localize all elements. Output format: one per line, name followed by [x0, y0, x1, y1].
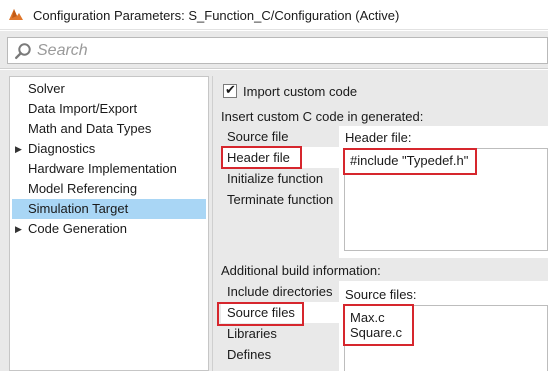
- simulink-logo-icon: [9, 9, 23, 20]
- import-custom-code-checkbox[interactable]: ✔: [223, 82, 237, 98]
- search-bar: [0, 31, 548, 69]
- custom-code-group-label: Insert custom C code in generated:: [221, 109, 424, 124]
- source-files-label: Source files:: [345, 287, 417, 302]
- header-file-panel: Header file: #include "Typedef.h": [339, 126, 548, 258]
- nav-item-label: Diagnostics: [28, 141, 96, 156]
- tab-source-file[interactable]: Source file: [221, 126, 339, 147]
- tab-libraries[interactable]: Libraries: [221, 323, 339, 344]
- expand-triangle-icon[interactable]: ▶: [15, 219, 22, 239]
- highlight-header-include: [343, 148, 477, 175]
- window-title: Configuration Parameters: S_Function_C/C…: [33, 8, 400, 23]
- nav-item-label: Solver: [28, 81, 65, 96]
- tab-defines[interactable]: Defines: [221, 344, 339, 365]
- build-info-group-label: Additional build information:: [221, 263, 381, 278]
- tab-include-directories[interactable]: Include directories: [221, 281, 339, 302]
- highlight-source-files-tab: [217, 302, 304, 326]
- nav-item-solver[interactable]: Solver: [12, 79, 206, 99]
- nav-item-hardware-implementation[interactable]: Hardware Implementation: [12, 159, 206, 179]
- search-box[interactable]: [7, 37, 548, 64]
- nav-item-label: Code Generation: [28, 221, 128, 236]
- tab-terminate-function[interactable]: Terminate function: [221, 189, 339, 210]
- nav-item-math-and-data-types[interactable]: Math and Data Types: [12, 119, 206, 139]
- splitter[interactable]: [212, 76, 213, 371]
- search-icon: [15, 43, 31, 60]
- nav-item-label: Simulation Target: [28, 201, 129, 216]
- expand-triangle-icon[interactable]: ▶: [15, 139, 22, 159]
- watermark: CSDN @Rlover_star: [412, 346, 536, 361]
- title-bar: Configuration Parameters: S_Function_C/C…: [0, 0, 548, 30]
- nav-item-label: Model Referencing: [28, 181, 138, 196]
- nav-item-label: Data Import/Export: [28, 101, 138, 116]
- nav-item-simulation-target[interactable]: Simulation Target: [12, 199, 206, 219]
- nav-item-diagnostics[interactable]: ▶ Diagnostics: [12, 139, 206, 159]
- nav-item-label: Math and Data Types: [28, 121, 152, 136]
- search-input[interactable]: [37, 40, 517, 61]
- build-info-tabs: Include directories Source files Librari…: [221, 281, 339, 371]
- checkmark-icon: ✔: [225, 82, 236, 97]
- highlight-source-files-list: [343, 304, 414, 346]
- tab-initialize-function[interactable]: Initialize function: [221, 168, 339, 189]
- nav-item-label: Hardware Implementation: [28, 161, 177, 176]
- highlight-header-file-tab: [221, 146, 302, 169]
- nav-item-model-referencing[interactable]: Model Referencing: [12, 179, 206, 199]
- nav-item-code-generation[interactable]: ▶ Code Generation: [12, 219, 206, 239]
- category-tree: Solver Data Import/Export Math and Data …: [9, 76, 209, 371]
- header-file-label: Header file:: [345, 130, 412, 145]
- nav-item-data-import-export[interactable]: Data Import/Export: [12, 99, 206, 119]
- import-custom-code-label: Import custom code: [243, 84, 358, 99]
